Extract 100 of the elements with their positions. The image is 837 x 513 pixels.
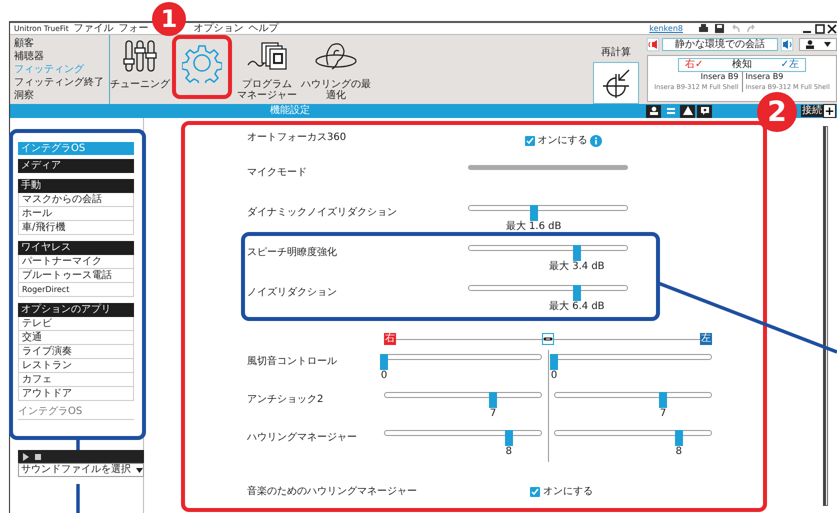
- highlight-frame: [172, 35, 232, 99]
- slider-thumb[interactable]: [504, 430, 513, 446]
- callout-number: 1: [152, 2, 186, 36]
- detect-right: 右✓: [685, 59, 704, 71]
- slider-thumb[interactable]: [489, 392, 498, 408]
- option-label: オンにする: [543, 485, 593, 499]
- info-icon[interactable]: [590, 134, 602, 146]
- list-item[interactable]: 交通: [18, 331, 134, 345]
- program-field[interactable]: 静かな環境での会話: [662, 38, 778, 51]
- close-icon[interactable]: [827, 24, 837, 34]
- menu-item[interactable]: フォー: [118, 24, 149, 34]
- right-ear-label: 右: [384, 333, 396, 345]
- maximize-icon[interactable]: [814, 24, 824, 34]
- slider-track[interactable]: [468, 285, 628, 291]
- undo-icon[interactable]: [730, 23, 741, 34]
- help-icon[interactable]: [700, 106, 710, 116]
- device-model: Insera B9: [746, 72, 784, 82]
- feature-label: アンチショック2: [247, 393, 324, 407]
- slider-track[interactable]: [384, 392, 542, 398]
- list-item[interactable]: パートナーマイク: [18, 255, 134, 269]
- group-header: オプションのアプリ: [18, 303, 134, 317]
- redo-icon[interactable]: [746, 23, 757, 34]
- feature-label: スピーチ明瞭度強化: [247, 246, 338, 260]
- list-item[interactable]: RogerDirect: [18, 283, 134, 297]
- feature-label: 音楽のためのハウリングマネージャー: [247, 484, 418, 499]
- scrollbar[interactable]: [823, 126, 828, 506]
- user-link[interactable]: kenken8: [649, 24, 683, 34]
- group-header: メディア: [18, 159, 134, 173]
- connect-label[interactable]: 接続: [801, 105, 823, 117]
- list-item[interactable]: テレビ: [18, 317, 134, 331]
- nav-item[interactable]: フィッティング終了: [14, 76, 109, 89]
- person-icon[interactable]: [648, 106, 658, 116]
- link-icon[interactable]: [542, 333, 554, 345]
- tool-button[interactable]: チューニング: [110, 35, 170, 90]
- list-item[interactable]: ライブ演奏: [18, 345, 134, 359]
- slider-value: 最大 3.4 dB: [549, 261, 605, 272]
- caret-icon: [136, 468, 143, 472]
- list-item[interactable]: アウトドア: [18, 387, 134, 401]
- feature-label: ダイナミックノイズリダクション: [247, 206, 398, 220]
- slider-thumb[interactable]: [530, 205, 538, 221]
- tool-button[interactable]: プログラム マネージャー: [236, 35, 298, 101]
- speaker-icon[interactable]: [647, 38, 659, 51]
- menu-item[interactable]: オプション: [194, 24, 244, 34]
- slider-value: 7: [660, 408, 666, 419]
- group-header: ワイヤレス: [18, 241, 134, 255]
- menu-item[interactable]: ヘルプ: [248, 24, 279, 34]
- slider-thumb[interactable]: [550, 354, 558, 370]
- slider-value: 0: [550, 370, 558, 381]
- feature-label: ノイズリダクション: [247, 286, 338, 300]
- nav-item[interactable]: 補聴器: [14, 50, 109, 63]
- list-item[interactable]: ブルートゥース電話: [18, 269, 134, 283]
- user-dropdown[interactable]: [799, 38, 837, 51]
- slider-value: 8: [506, 446, 512, 457]
- add-button[interactable]: +: [823, 104, 836, 118]
- menu-item[interactable]: ファイル: [74, 24, 114, 34]
- recalculate-label: 再計算: [601, 46, 631, 60]
- tool-button[interactable]: ハウリングの最 適化: [300, 35, 372, 101]
- slider-value: 7: [490, 408, 496, 419]
- slider-track[interactable]: [384, 430, 542, 436]
- slider-thumb[interactable]: [572, 285, 581, 301]
- slider-track[interactable]: [468, 245, 628, 251]
- checkbox[interactable]: [525, 136, 535, 146]
- nav-item[interactable]: 洞察: [14, 89, 109, 102]
- swap-icon[interactable]: [666, 106, 676, 116]
- gear-icon: [182, 43, 222, 83]
- device-model: Insera B9: [700, 72, 738, 82]
- list-item[interactable]: カフェ: [18, 373, 134, 387]
- save-icon[interactable]: [714, 23, 725, 34]
- detect-left: ✓左: [780, 59, 799, 71]
- slider-value: 最大 6.4 dB: [549, 301, 605, 312]
- stop-icon[interactable]: [34, 452, 42, 460]
- feature-label: ハウリングマネージャー: [247, 431, 358, 445]
- slider-thumb[interactable]: [659, 392, 668, 408]
- detect-label: 検知: [732, 59, 752, 71]
- option-label: オンにする: [538, 134, 588, 148]
- section-title: 機能設定: [270, 105, 310, 117]
- checkbox[interactable]: [530, 486, 540, 496]
- slider-thumb[interactable]: [674, 430, 683, 446]
- sound-file-dropdown[interactable]: サウンドファイルを選択: [18, 463, 144, 477]
- person-icon: [806, 40, 814, 49]
- left-ear-label: 左: [700, 333, 712, 345]
- slider-thumb[interactable]: [572, 245, 581, 261]
- list-item[interactable]: マスクからの会話: [18, 193, 134, 207]
- caret-icon: [824, 42, 831, 47]
- printer-icon[interactable]: [698, 23, 709, 34]
- slider-track[interactable]: [468, 205, 628, 211]
- slider-track[interactable]: [554, 430, 712, 436]
- speaker-icon[interactable]: [780, 38, 793, 51]
- feature-label: オートフォーカス360: [247, 131, 348, 145]
- list-item[interactable]: 車/飛行機: [18, 221, 134, 235]
- slider-thumb[interactable]: [380, 354, 388, 370]
- list-item[interactable]: ホール: [18, 207, 134, 221]
- nav-item[interactable]: 顧客: [14, 37, 109, 50]
- warning-icon[interactable]: [682, 106, 692, 116]
- play-icon[interactable]: [22, 452, 30, 460]
- slider-track[interactable]: [554, 392, 712, 398]
- recalculate-button[interactable]: [593, 62, 639, 104]
- slider-value: 8: [676, 446, 682, 457]
- sidebar-footer: インテグラOS: [18, 404, 134, 420]
- list-item[interactable]: レストラン: [18, 359, 134, 373]
